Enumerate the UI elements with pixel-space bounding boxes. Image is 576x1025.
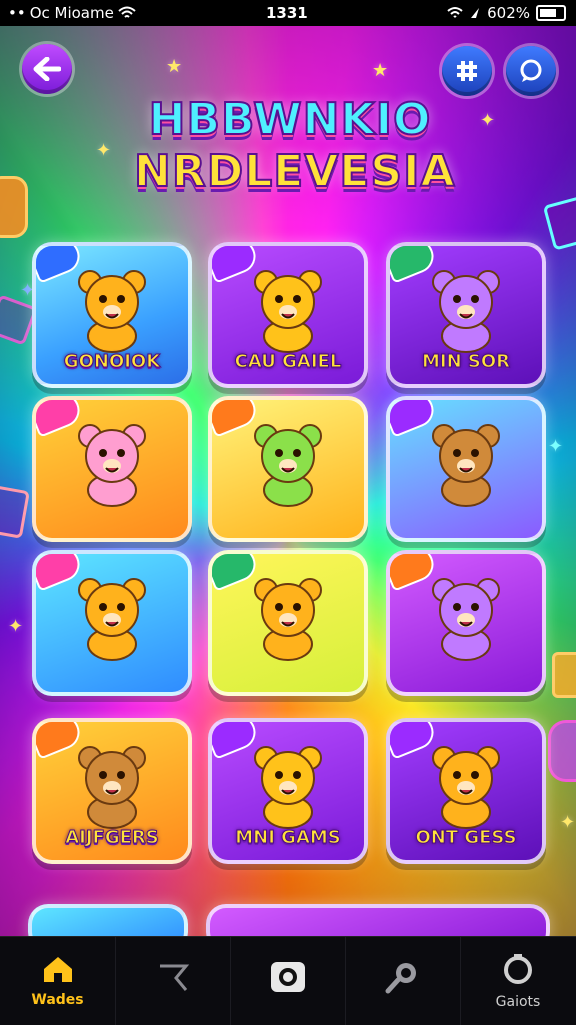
tile-label: ONT GESS bbox=[415, 827, 517, 849]
decor-shape bbox=[552, 652, 576, 698]
battery-icon bbox=[536, 5, 566, 21]
level-tile[interactable] bbox=[208, 550, 368, 696]
bear-character-icon bbox=[78, 424, 146, 507]
title-line-1: HBBWNKIO bbox=[148, 93, 432, 146]
bottom-nav: Wades Gaiots bbox=[0, 936, 576, 1025]
nav-label: Wades bbox=[31, 992, 84, 1008]
nav-item-camera[interactable] bbox=[230, 937, 346, 1025]
bear-character-icon bbox=[432, 424, 500, 507]
tile-label: MNI GAMS bbox=[235, 827, 342, 849]
hash-icon bbox=[457, 61, 477, 81]
decor-shape bbox=[0, 176, 28, 238]
signal-icon: •• bbox=[8, 4, 26, 22]
sparkle-icon: ★ bbox=[372, 60, 389, 81]
location-icon bbox=[471, 8, 480, 18]
level-tile[interactable] bbox=[32, 550, 192, 696]
carrier-name: Oc Mioame bbox=[29, 4, 114, 22]
wifi-icon bbox=[118, 6, 136, 18]
bear-character-icon bbox=[254, 270, 322, 353]
level-tile[interactable]: MIN SOR bbox=[386, 242, 546, 388]
level-tile[interactable]: GONOIOK bbox=[32, 242, 192, 388]
tile-label: AIJFGERS bbox=[65, 827, 160, 849]
nav-item-settings[interactable]: Gaiots bbox=[460, 937, 576, 1025]
sparkle-icon: ✦ bbox=[560, 812, 576, 833]
sparkle-icon: ✦ bbox=[8, 616, 24, 637]
sparkle-icon: ★ bbox=[166, 56, 183, 77]
status-bar: •• Oc Mioame 1331 602% bbox=[0, 0, 576, 26]
settings-icon bbox=[504, 954, 532, 984]
title-line-2: NRDLEVESIA bbox=[133, 145, 456, 198]
sparkle-icon: ✦ bbox=[480, 110, 496, 131]
bear-character-icon bbox=[254, 746, 322, 829]
status-right: 602% bbox=[447, 4, 566, 22]
bear-character-icon bbox=[254, 578, 322, 661]
grid-button[interactable] bbox=[442, 46, 492, 96]
level-tile[interactable] bbox=[32, 396, 192, 542]
back-button[interactable] bbox=[22, 44, 72, 94]
battery-percent: 602% bbox=[487, 4, 530, 22]
search-icon bbox=[385, 963, 416, 994]
camera-icon bbox=[270, 962, 305, 992]
status-left: •• Oc Mioame bbox=[8, 4, 136, 22]
chat-icon bbox=[520, 59, 542, 82]
nav-item-search[interactable] bbox=[345, 937, 461, 1025]
bear-character-icon bbox=[432, 746, 500, 829]
decor-shape bbox=[548, 720, 576, 782]
level-tile[interactable]: AIJFGERS bbox=[32, 718, 192, 864]
chat-button[interactable] bbox=[506, 46, 556, 96]
bear-character-icon bbox=[254, 424, 322, 507]
level-tile[interactable] bbox=[386, 396, 546, 542]
level-tile[interactable] bbox=[386, 550, 546, 696]
nav-item-flag[interactable] bbox=[115, 937, 231, 1025]
tile-label: MIN SOR bbox=[421, 351, 511, 373]
arrow-left-icon bbox=[33, 57, 61, 81]
game-title: HBBWNKIO NRDLEVESIA bbox=[133, 93, 456, 220]
level-tile[interactable]: CAU GAIEL bbox=[208, 242, 368, 388]
home-icon bbox=[43, 957, 72, 982]
bear-character-icon bbox=[78, 578, 146, 661]
level-tile[interactable]: ONT GESS bbox=[386, 718, 546, 864]
bear-character-icon bbox=[78, 270, 146, 353]
nav-label: Gaiots bbox=[495, 994, 541, 1010]
sparkle-icon: ✦ bbox=[548, 436, 564, 457]
level-tile[interactable] bbox=[208, 396, 368, 542]
tile-label: CAU GAIEL bbox=[234, 351, 342, 373]
wifi-icon bbox=[447, 7, 463, 18]
flag-icon bbox=[159, 964, 189, 991]
bear-character-icon bbox=[78, 746, 146, 829]
sparkle-icon: ✦ bbox=[96, 140, 112, 161]
bear-character-icon bbox=[432, 270, 500, 353]
status-time: 1331 bbox=[266, 4, 308, 22]
level-tile[interactable]: MNI GAMS bbox=[208, 718, 368, 864]
tile-label: GONOIOK bbox=[63, 351, 161, 373]
bear-character-icon bbox=[432, 578, 500, 661]
nav-item-home[interactable]: Wades bbox=[0, 937, 116, 1025]
